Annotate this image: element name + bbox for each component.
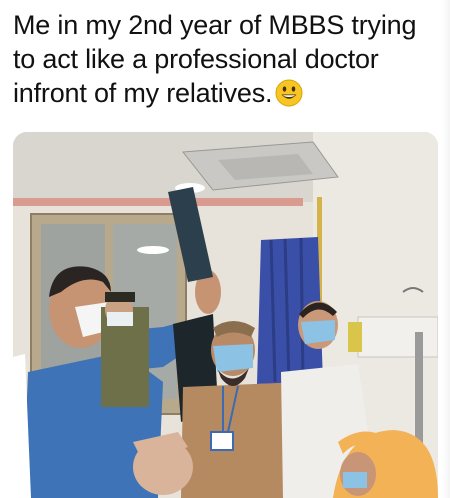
meme-photo <box>13 132 438 498</box>
grinning-face-emoji-icon <box>275 79 303 115</box>
meme-caption: Me in my 2nd year of MBBS trying to act … <box>13 8 438 115</box>
image-right-edge <box>442 0 450 498</box>
caption-text: Me in my 2nd year of MBBS trying to act … <box>13 10 417 108</box>
